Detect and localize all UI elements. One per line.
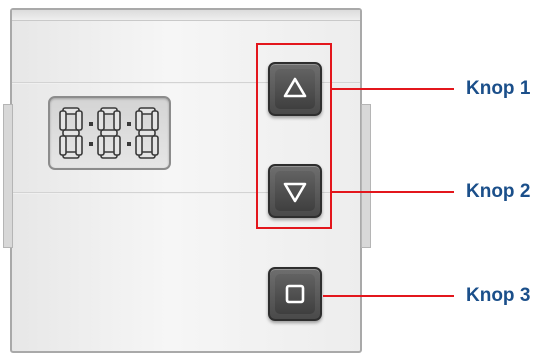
panel-side-tab-right bbox=[361, 104, 371, 248]
callout-line-button-2 bbox=[332, 191, 454, 193]
display-segment bbox=[75, 110, 83, 131]
segment-display bbox=[48, 96, 171, 170]
display-colon-dot bbox=[127, 122, 131, 126]
display-digit bbox=[97, 107, 121, 159]
panel-top-edge bbox=[12, 10, 360, 21]
display-segment bbox=[62, 129, 80, 137]
square-icon bbox=[285, 284, 305, 304]
callout-line-button-3 bbox=[323, 295, 454, 297]
display-colon-dot bbox=[89, 122, 93, 126]
label-button-3: Knop 3 bbox=[466, 285, 531, 306]
label-button-2: Knop 2 bbox=[466, 181, 531, 202]
display-segment bbox=[135, 110, 143, 131]
label-button-1: Knop 1 bbox=[466, 78, 531, 99]
segment-display-digits bbox=[59, 107, 159, 159]
display-segment bbox=[100, 129, 118, 137]
display-segment bbox=[113, 135, 121, 156]
display-segment bbox=[97, 110, 105, 131]
display-segment bbox=[59, 110, 67, 131]
callout-line-button-1 bbox=[332, 88, 454, 90]
display-segment bbox=[151, 135, 159, 156]
display-segment bbox=[75, 135, 83, 156]
display-colon-dot bbox=[89, 142, 93, 146]
display-segment bbox=[151, 110, 159, 131]
display-segment bbox=[138, 129, 156, 137]
display-segment bbox=[59, 135, 67, 156]
callout-box-arrow-buttons bbox=[256, 43, 332, 229]
square-button[interactable] bbox=[268, 267, 322, 321]
panel-side-tab-left bbox=[3, 104, 13, 248]
display-digit bbox=[135, 107, 159, 159]
display-digit bbox=[59, 107, 83, 159]
display-colon-dot bbox=[127, 142, 131, 146]
display-segment bbox=[135, 135, 143, 156]
display-segment bbox=[113, 110, 121, 131]
display-segment bbox=[97, 135, 105, 156]
